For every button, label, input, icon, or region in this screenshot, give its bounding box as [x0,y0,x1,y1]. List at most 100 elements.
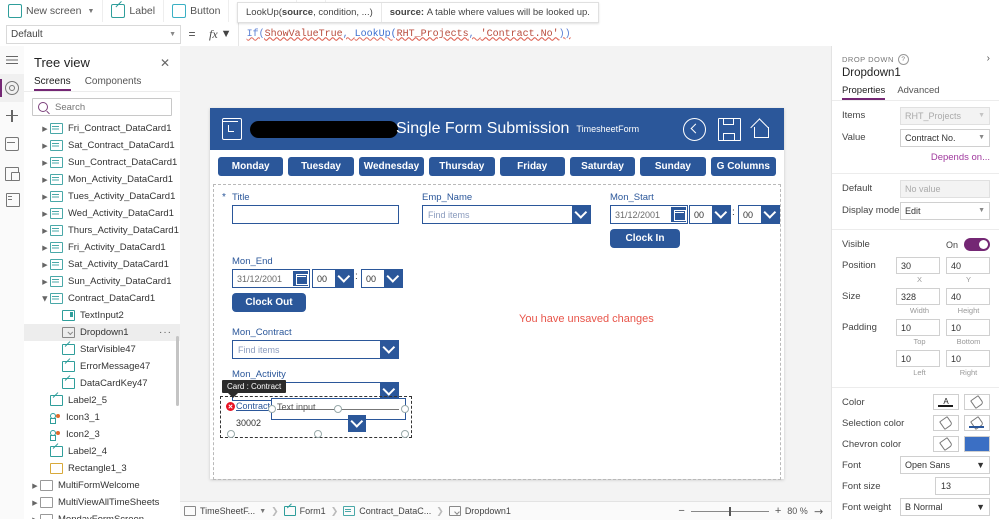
zoom-in-button[interactable]: + [775,505,781,517]
resize-handle[interactable] [401,405,409,413]
default-field[interactable]: No value [900,179,990,198]
tree-item-textinput2[interactable]: TextInput2 [24,307,180,324]
tree-item-sun_activity_datacard1[interactable]: ▶ Sun_Activity_DataCard1 [24,273,180,290]
tree-item-icon3_1[interactable]: Icon3_1 [24,409,180,426]
tree-item-sat_contract_datacard1[interactable]: ▶ Sat_Contract_DataCard1 [24,137,180,154]
tree-item-label2_5[interactable]: Label2_5 [24,392,180,409]
tab-properties[interactable]: Properties [842,85,886,100]
search-input[interactable] [53,100,166,114]
breadcrumb-screen[interactable]: TimeSheetF... ▼ [180,506,270,516]
title-input[interactable] [232,205,399,224]
padding-top-input[interactable]: 10 [896,319,940,336]
property-selector[interactable]: Default ▼ [6,24,181,44]
chevron-right-icon[interactable]: ▶ [40,142,50,150]
tree-item-errormessage47[interactable]: ErrorMessage47 [24,358,180,375]
mon-start-hour[interactable]: 00 [689,205,731,224]
error-badge-icon[interactable] [226,402,235,411]
zoom-slider-thumb[interactable] [728,506,731,516]
day-tab-wednesday[interactable]: Wednesday [358,157,425,176]
tree-item-tues_activity_datacard1[interactable]: ▶ Tues_Activity_DataCard1 [24,188,180,205]
fx-button[interactable]: fx ▼ [203,22,239,46]
tree-item-fri_contract_datacard1[interactable]: ▶ Fri_Contract_DataCard1 [24,120,180,137]
clock-out-button[interactable]: Clock Out [232,293,306,312]
resize-handle[interactable] [227,430,235,438]
tree-item-rectangle1_3[interactable]: Rectangle1_3 [24,460,180,477]
day-tab-saturday[interactable]: Saturday [569,157,636,176]
breadcrumb-datacard[interactable]: Contract_DataC... [339,506,435,516]
resize-handle[interactable] [334,405,342,413]
emp-name-dropdown[interactable]: Find items [422,205,591,224]
resize-handle[interactable] [268,405,276,413]
value-select[interactable]: Contract No. ▼ [900,128,990,147]
items-select[interactable]: RHT_Projects ▼ [900,106,990,125]
font-weight-select[interactable]: B Normal ▼ [900,498,990,516]
tab-screens[interactable]: Screens [34,74,71,91]
fill-color-swatch[interactable] [964,394,990,410]
more-options-icon[interactable]: ··· [159,327,172,338]
mon-end-minute[interactable]: 00 [361,269,403,288]
chevron-right-icon[interactable]: ▶ [40,227,50,235]
tree-item-datacardkey47[interactable]: DataCardKey47 [24,375,180,392]
new-screen-button[interactable]: New screen ▼ [0,0,104,22]
zoom-slider[interactable] [690,506,769,516]
chevron-right-icon[interactable]: ▶ [30,482,40,490]
tree-item-sun_contract_datacard1[interactable]: ▶ Sun_Contract_DataCard1 [24,154,180,171]
chevron-glyph-swatch[interactable] [933,436,959,452]
tree-item-thurs_activity_datacard1[interactable]: ▶ Thurs_Activity_DataCard1 [24,222,180,239]
tree-item-multiformwelcome[interactable]: ▶ MultiFormWelcome [24,477,180,494]
breadcrumb-form[interactable]: Form1 [280,506,330,516]
position-x-input[interactable]: 30 [896,257,940,274]
chevron-down-icon[interactable] [712,206,730,223]
breadcrumb-dropdown[interactable]: Dropdown1 [445,506,515,516]
chevron-right-icon[interactable]: ▶ [40,210,50,218]
chevron-down-icon[interactable] [380,341,398,358]
day-tab-tuesday[interactable]: Tuesday [288,157,354,176]
tree-item-mon_activity_datacard1[interactable]: ▶ Mon_Activity_DataCard1 [24,171,180,188]
chevron-right-icon[interactable]: ▶ [40,125,50,133]
label-button[interactable]: Label [103,0,165,22]
tab-advanced[interactable]: Advanced [897,85,939,100]
insert-button[interactable] [0,102,24,130]
size-height-input[interactable]: 40 [946,288,990,305]
font-select[interactable]: Open Sans ▼ [900,456,990,474]
clock-in-button[interactable]: Clock In [610,229,680,248]
formula-input[interactable]: If(ShowValueTrue, LookUp(RHT_Projects, '… [239,22,999,46]
chevron-right-icon[interactable]: ▶ [30,499,40,507]
resize-handle[interactable] [314,430,322,438]
padding-left-input[interactable]: 10 [896,350,940,367]
size-width-input[interactable]: 328 [896,288,940,305]
components-button[interactable] [0,186,24,214]
tree-item-multiviewalltimesheets[interactable]: ▶ MultiViewAllTimeSheets [24,494,180,511]
chevron-right-icon[interactable]: ▶ [41,294,49,304]
tree-item-contract_datacard1[interactable]: ▶ Contract_DataCard1 [24,290,180,307]
day-tab-thursday[interactable]: Thursday [429,157,495,176]
save-icon[interactable] [718,117,741,141]
day-tab-friday[interactable]: Friday [499,157,565,176]
data-button[interactable] [0,130,24,158]
chevron-down-icon[interactable] [335,270,353,287]
day-tab-monday[interactable]: Monday [218,157,284,176]
chevron-right-icon[interactable]: ▶ [30,516,40,520]
hamburger-button[interactable] [0,46,24,74]
tree-item-mondayformscreen[interactable]: ▶ MondayFormScreen [24,511,180,519]
position-y-input[interactable]: 40 [946,257,990,274]
mon-start-date[interactable]: 31/12/2001 [610,205,688,224]
chevron-down-icon[interactable] [572,206,590,223]
back-icon[interactable] [683,117,706,141]
chevron-right-icon[interactable]: ▶ [40,159,50,167]
chevron-background-swatch[interactable] [964,436,990,452]
calendar-icon[interactable] [293,271,308,286]
search-box[interactable] [32,98,172,116]
chevron-right-icon[interactable]: ▶ [40,261,50,269]
calendar-icon[interactable] [671,207,686,222]
tab-components[interactable]: Components [85,74,142,91]
chevron-right-icon[interactable]: ▶ [40,244,50,252]
collapse-panel-icon[interactable]: › [987,53,990,64]
tree-view-button[interactable] [0,74,24,102]
mon-end-hour[interactable]: 00 [312,269,354,288]
chevron-down-icon[interactable] [384,270,402,287]
tree-scrollbar[interactable] [176,336,179,406]
selection-text-swatch[interactable] [933,415,959,431]
mon-contract-dropdown[interactable]: Find items [232,340,399,359]
day-tab-g-columns[interactable]: G Columns [710,157,776,176]
